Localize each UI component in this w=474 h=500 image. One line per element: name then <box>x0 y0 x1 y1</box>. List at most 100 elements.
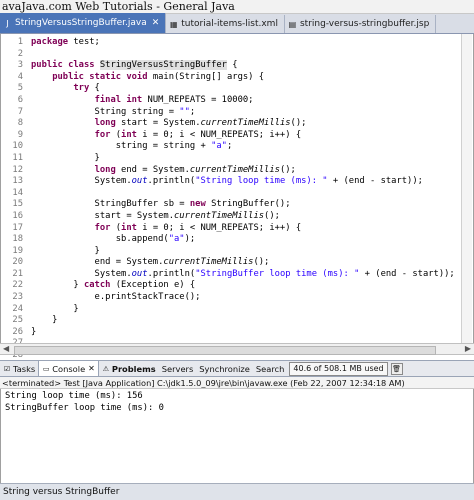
code-line[interactable]: 15 StringBuffer sb = new StringBuffer(); <box>1 199 461 211</box>
xml-file-icon: ▦ <box>169 19 178 29</box>
vertical-scrollbar[interactable] <box>461 34 472 343</box>
code-line[interactable]: 18 sb.append("a"); <box>1 234 461 246</box>
code-line[interactable]: 3 public class StringVersusStringBuffer { <box>1 60 461 72</box>
code-text: String string = ""; <box>31 106 196 117</box>
horizontal-scrollbar[interactable]: ◀ ▶ <box>0 343 474 355</box>
tab-servers[interactable]: Servers <box>159 361 197 376</box>
code-line[interactable]: 25 } <box>1 315 461 327</box>
code-text: } catch (Exception e) { <box>31 280 196 291</box>
scroll-right-icon[interactable]: ▶ <box>465 344 471 354</box>
line-number: 20 <box>12 257 23 268</box>
line-number: 16 <box>12 210 23 221</box>
line-number: 13 <box>12 176 23 187</box>
line-number: 12 <box>12 164 23 175</box>
code-line[interactable]: 14 <box>1 188 461 200</box>
code-line[interactable]: 7 String string = ""; <box>1 107 461 119</box>
line-number: 5 <box>17 83 23 94</box>
code-text: for (int i = 0; i < NUM_REPEATS; i++) { <box>94 129 302 140</box>
line-number: 10 <box>12 141 23 152</box>
caption: String versus StringBuffer <box>0 483 474 500</box>
tab-problems[interactable]: ⚠ Problems <box>99 361 159 376</box>
code-text: e.printStackTrace(); <box>31 292 201 303</box>
tab-synchronize[interactable]: Synchronize <box>196 361 253 376</box>
line-number: 3 <box>17 60 23 71</box>
code-line[interactable]: 20 end = System.currentTimeMillis(); <box>1 257 461 269</box>
code-line[interactable]: 16 start = System.currentTimeMillis(); <box>1 211 461 223</box>
tab-search[interactable]: Search <box>253 361 288 376</box>
tab-label: Problems <box>111 363 156 374</box>
code-text: public static void main(String[] args) { <box>52 71 265 82</box>
line-number: 23 <box>12 292 23 303</box>
code-line[interactable]: 6 final int NUM_REPEATS = 10000; <box>1 95 461 107</box>
tab-label: string-versus-stringbuffer.jsp <box>299 19 430 29</box>
code-line[interactable]: 24 } <box>1 304 461 316</box>
code-line[interactable]: 5 try { <box>1 83 461 95</box>
line-number: 15 <box>12 199 23 210</box>
code-line[interactable]: 1 package test; <box>1 37 461 49</box>
code-text: final int NUM_REPEATS = 10000; <box>94 94 254 105</box>
line-number: 18 <box>12 234 23 245</box>
code-text: } <box>31 326 37 337</box>
tab-label: StringVersusStringBuffer.java <box>15 18 147 28</box>
console-header: <terminated> Test [Java Application] C:\… <box>0 377 474 389</box>
code-text: long start = System.currentTimeMillis(); <box>94 118 307 129</box>
tab-string-versus-stringbuffer-jsp[interactable]: ▤ string-versus-stringbuffer.jsp <box>285 15 437 33</box>
code-text: } <box>31 245 100 256</box>
tab-console[interactable]: ▭ Console ✕ <box>38 361 99 376</box>
line-number: 26 <box>12 326 23 337</box>
tab-tutorial-items-list-xml[interactable]: ▦ tutorial-items-list.xml <box>166 15 285 33</box>
code-line[interactable]: 19 } <box>1 246 461 258</box>
code-text: string = string + "a"; <box>31 141 233 152</box>
window-title: avaJava.com Web Tutorials - General Java <box>0 0 474 14</box>
line-number: 24 <box>12 303 23 314</box>
line-number: 17 <box>12 222 23 233</box>
trash-icon[interactable]: 🗑 <box>390 362 403 375</box>
tab-label: tutorial-items-list.xml <box>181 19 278 29</box>
code-text: long end = System.currentTimeMillis(); <box>94 164 296 175</box>
line-number: 7 <box>17 106 23 117</box>
tab-label: Search <box>255 363 285 374</box>
scroll-left-icon[interactable]: ◀ <box>3 344 9 354</box>
tab-stringversusstringbuffer-java[interactable]: J StringVersusStringBuffer.java ✕ <box>0 13 167 33</box>
console-line: StringBuffer loop time (ms): 0 <box>5 403 164 413</box>
console-output[interactable]: String loop time (ms): 156 StringBuffer … <box>0 389 474 483</box>
code-line[interactable]: 8 long start = System.currentTimeMillis(… <box>1 118 461 130</box>
line-number: 11 <box>12 152 23 163</box>
code-line[interactable]: 4 public static void main(String[] args)… <box>1 72 461 84</box>
code-line[interactable]: 22 } catch (Exception e) { <box>1 280 461 292</box>
tab-label: Synchronize <box>199 363 250 374</box>
code-text: try { <box>73 83 100 94</box>
close-icon[interactable]: ✕ <box>88 364 95 373</box>
code-text: sb.append("a"); <box>31 234 196 245</box>
code-text: public class StringVersusStringBuffer { <box>31 60 238 71</box>
code-line[interactable]: 9 for (int i = 0; i < NUM_REPEATS; i++) … <box>1 130 461 142</box>
scrollbar-thumb[interactable] <box>14 346 436 355</box>
code-line[interactable]: 11 } <box>1 153 461 165</box>
code-editor[interactable]: 1 package test; 2 3 public class StringVersu… <box>0 34 474 372</box>
code-text: System.out.println("String loop time (ms… <box>31 176 423 187</box>
bottom-tab-bar: ☑ Tasks ▭ Console ✕ ⚠ Problems Servers S… <box>0 360 474 377</box>
code-line[interactable]: 21 System.out.println("StringBuffer loop… <box>1 269 461 281</box>
code-line[interactable]: 23 e.printStackTrace(); <box>1 292 461 304</box>
code-line[interactable]: 17 for (int i = 0; i < NUM_REPEATS; i++)… <box>1 223 461 235</box>
tab-tasks[interactable]: ☑ Tasks <box>0 361 38 376</box>
code-text: start = System.currentTimeMillis(); <box>31 210 280 221</box>
line-number: 4 <box>17 71 23 82</box>
code-line[interactable]: 12 long end = System.currentTimeMillis()… <box>1 165 461 177</box>
problems-icon: ⚠ <box>102 364 110 373</box>
code-line[interactable]: 26} <box>1 327 461 339</box>
line-number: 25 <box>12 315 23 326</box>
editor-tab-bar: J StringVersusStringBuffer.java ✕ ▦ tuto… <box>0 13 474 34</box>
close-icon[interactable]: ✕ <box>152 18 160 28</box>
code-line[interactable]: 10 string = string + "a"; <box>1 141 461 153</box>
code-line[interactable]: 13 System.out.println("String loop time … <box>1 176 461 188</box>
line-number: 14 <box>12 187 23 198</box>
line-number: 19 <box>12 245 23 256</box>
code-line[interactable]: 2 <box>1 49 461 61</box>
console-line: String loop time (ms): 156 <box>5 391 143 401</box>
line-number: 8 <box>17 118 23 129</box>
line-number: 2 <box>17 48 23 59</box>
code-area[interactable]: 1 package test; 2 3 public class StringVersu… <box>1 37 461 373</box>
